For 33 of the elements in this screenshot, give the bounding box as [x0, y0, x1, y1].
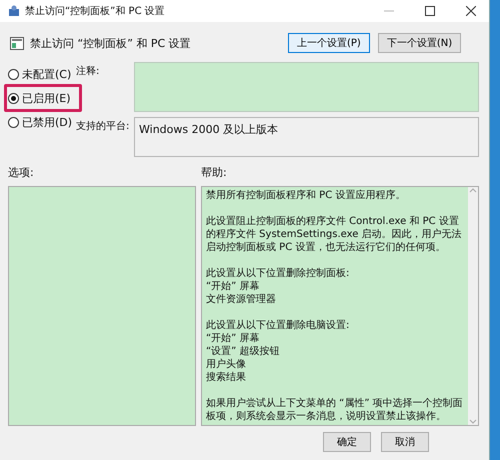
help-text: 此设置阻止控制面板的程序文件 Control.exe 和 PC 设置的程序文件 SystemSettings.exe 启动。因此，用户无法启动控制面板或 PC 设置，也无法运行它们的任何项。 [206, 215, 463, 254]
help-text: “开始” 屏幕 [206, 280, 261, 293]
help-label: 帮助: [201, 165, 227, 180]
radio-label[interactable]: 已禁用(D) [22, 114, 72, 130]
options-label: 选项: [8, 166, 34, 179]
help-text: 此设置从以下位置删除电脑设置: [206, 319, 350, 332]
window-title: 禁止访问“控制面板”和 PC 设置 [25, 4, 166, 18]
radio-button[interactable] [8, 92, 19, 104]
help-text: “设置” 超级按钮 [206, 345, 281, 358]
policy-icon [10, 36, 24, 50]
platform-field: Windows 2000 及以上版本 [134, 117, 479, 157]
help-text: 此设置从以下位置删除控制面板: [206, 267, 350, 280]
app-icon [8, 5, 20, 17]
maximize-icon[interactable] [425, 6, 435, 16]
help-text: 搜索结果 [206, 371, 247, 384]
radio-label[interactable]: 已启用(E) [22, 90, 71, 106]
next-setting-button[interactable]: 下一个设置(N) [378, 33, 462, 53]
close-icon[interactable] [466, 6, 476, 16]
ok-button[interactable]: 确定 [323, 432, 371, 452]
radio-button[interactable] [8, 68, 19, 80]
radio-button[interactable] [8, 116, 19, 128]
previous-setting-button[interactable]: 上一个设置(P) [288, 33, 370, 53]
radio-label[interactable]: 未配置(C) [22, 66, 72, 82]
help-text: 禁用所有控制面板程序和 PC 设置应用程序。 [206, 189, 406, 202]
setting-title: 禁止访问 “控制面板” 和 PC 设置 [30, 36, 192, 50]
help-text: 如果用户尝试从上下文菜单的 “属性” 项中选择一个控制面板项，则系统会显示一条消息，说明设置禁止该操作。 [206, 397, 464, 423]
platform-label: 支持的平台: [76, 120, 130, 133]
cancel-button[interactable]: 取消 [381, 432, 429, 452]
help-text: “开始” 屏幕 [206, 332, 261, 345]
help-text: 文件资源管理器 [206, 293, 277, 306]
help-text: 用户头像 [206, 358, 247, 371]
comment-field[interactable] [134, 62, 479, 112]
comment-label: 注释: [76, 64, 100, 78]
